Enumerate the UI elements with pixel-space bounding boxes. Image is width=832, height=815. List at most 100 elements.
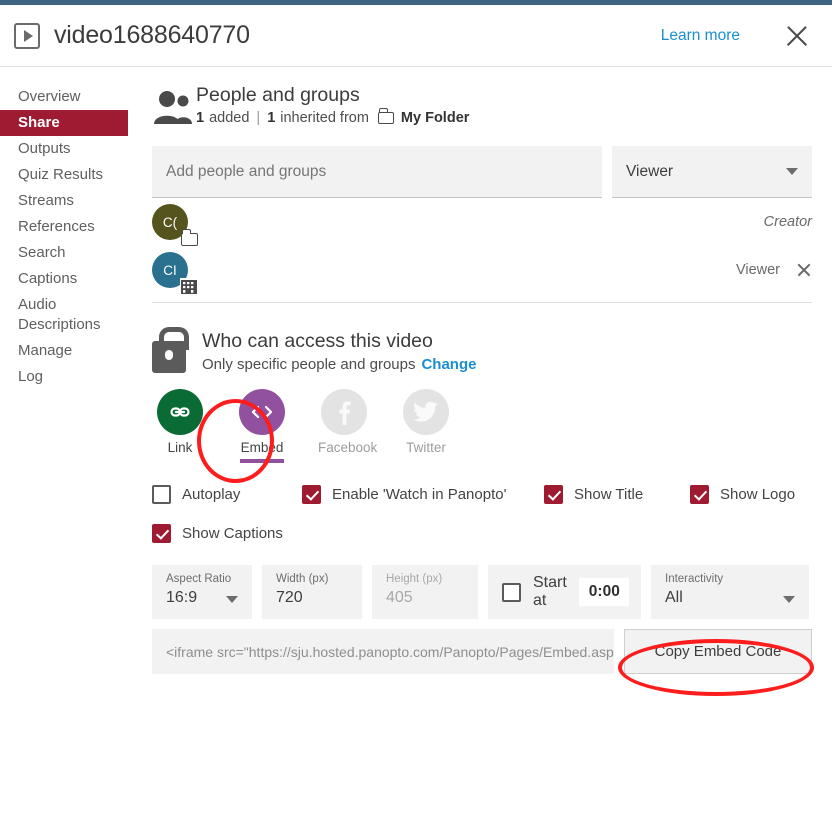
width-input[interactable]: Width (px) 720 [262, 565, 362, 619]
change-access-link[interactable]: Change [421, 356, 476, 373]
member-role: Creator [763, 214, 812, 230]
share-target-label: Facebook [318, 440, 378, 455]
checkbox-box [544, 485, 563, 504]
checkbox-start-at[interactable] [502, 582, 521, 602]
access-subtitle-row: Only specific people and groups Change [202, 356, 476, 373]
access-title: Who can access this video [202, 330, 433, 352]
twitter-icon [403, 389, 449, 435]
sidebar-item-share[interactable]: Share [0, 110, 128, 136]
member-role: Viewer [735, 262, 780, 278]
folder-name: My Folder [400, 110, 470, 126]
sidebar-item-captions[interactable]: Captions [0, 266, 128, 292]
inherited-count: 1 [267, 110, 276, 126]
sidebar-nav: Overview Share Outputs Quiz Results Stre… [0, 84, 128, 390]
folder-badge-icon [181, 229, 198, 246]
share-panel: People and groups 1 added | 1 inherited … [152, 84, 812, 674]
inherited-word: inherited from [280, 110, 369, 126]
lock-icon [152, 327, 189, 373]
page-title: video1688640770 [54, 21, 250, 49]
copy-embed-code-button[interactable]: Copy Embed Code [624, 629, 812, 674]
start-at-label: Start at [533, 574, 567, 609]
add-people-row: Viewer [152, 146, 812, 198]
play-icon [14, 22, 40, 49]
checkbox-box [152, 485, 171, 504]
embed-options-row-1: Autoplay Enable 'Watch in Panopto' Show … [152, 485, 812, 504]
member-row-creator: C( Creator [152, 198, 812, 246]
avatar-initials: C( [162, 214, 178, 230]
share-target-link[interactable]: Link [154, 389, 206, 463]
chevron-down-icon [786, 168, 798, 175]
sidebar-item-log[interactable]: Log [0, 364, 128, 390]
share-target-label: Link [167, 440, 193, 455]
checkbox-show-title[interactable]: Show Title [544, 485, 690, 504]
start-at-field[interactable]: Start at 0:00 [488, 565, 641, 619]
embed-code-row: <iframe src="https://sju.hosted.panopto.… [152, 629, 812, 674]
checkbox-box [152, 524, 171, 543]
avatar-initials: CI [163, 262, 177, 278]
checkbox-autoplay[interactable]: Autoplay [152, 485, 302, 504]
sidebar-item-search[interactable]: Search [0, 240, 128, 266]
field-value: All [665, 589, 683, 606]
facebook-icon [321, 389, 367, 435]
people-and-groups-title: People and groups [196, 84, 360, 106]
embed-code-field[interactable]: <iframe src="https://sju.hosted.panopto.… [152, 629, 614, 674]
access-subtitle: Only specific people and groups [202, 356, 416, 373]
embed-options-row-2: Show Captions [152, 524, 812, 543]
sidebar-item-quiz-results[interactable]: Quiz Results [0, 162, 128, 188]
learn-more-link[interactable]: Learn more [661, 27, 740, 45]
section-divider [152, 302, 812, 303]
share-target-list: Link Embed Facebook Twitter [154, 389, 812, 463]
checkbox-label: Show Logo [720, 486, 796, 503]
chevron-down-icon [783, 596, 795, 603]
start-at-value[interactable]: 0:00 [578, 578, 629, 606]
added-count: 1 [196, 110, 205, 126]
role-select[interactable]: Viewer [612, 146, 812, 198]
member-row-viewer: CI Viewer [152, 246, 812, 295]
added-word: added [209, 110, 250, 126]
field-label: Interactivity [665, 573, 724, 585]
height-input: Height (px) 405 [372, 565, 478, 619]
field-value: 405 [386, 589, 413, 606]
sidebar-item-manage[interactable]: Manage [0, 338, 128, 364]
close-icon[interactable] [782, 21, 812, 51]
code-icon [239, 389, 285, 435]
embed-settings-row: Aspect Ratio 16:9 Width (px) 720 Height … [152, 565, 812, 619]
link-icon [157, 389, 203, 435]
checkbox-label: Show Title [574, 486, 644, 503]
checkbox-show-logo[interactable]: Show Logo [690, 485, 795, 504]
avatar: C( [152, 204, 198, 246]
sidebar-item-references[interactable]: References [0, 214, 128, 240]
avatar: CI [152, 252, 198, 295]
checkbox-label: Autoplay [182, 486, 241, 503]
field-label: Aspect Ratio [166, 573, 232, 585]
chevron-down-icon [226, 596, 238, 603]
dialog-header: video1688640770 Learn more [0, 5, 832, 67]
aspect-ratio-select[interactable]: Aspect Ratio 16:9 [152, 565, 252, 619]
share-target-embed[interactable]: Embed [236, 389, 288, 463]
folder-icon [377, 108, 394, 124]
sidebar-item-overview[interactable]: Overview [0, 84, 128, 110]
sidebar-item-streams[interactable]: Streams [0, 188, 128, 214]
field-value: 720 [276, 589, 303, 606]
sidebar-item-audio-descriptions[interactable]: Audio Descriptions [0, 292, 101, 338]
people-icon [152, 90, 196, 128]
sidebar-item-outputs[interactable]: Outputs [0, 136, 128, 162]
share-target-twitter[interactable]: Twitter [400, 389, 452, 463]
remove-member-icon[interactable] [796, 262, 812, 278]
checkbox-watch-panopto[interactable]: Enable 'Watch in Panopto' [302, 485, 544, 504]
share-target-facebook[interactable]: Facebook [318, 389, 378, 463]
interactivity-select[interactable]: Interactivity All [651, 565, 809, 619]
checkbox-box [302, 485, 321, 504]
checkbox-label: Enable 'Watch in Panopto' [332, 486, 507, 503]
field-label: Width (px) [276, 573, 329, 585]
checkbox-show-captions[interactable]: Show Captions [152, 524, 283, 543]
field-label: Height (px) [386, 573, 443, 585]
share-target-label: Twitter [406, 440, 446, 455]
people-and-groups-header: People and groups 1 added | 1 inherited … [152, 84, 812, 140]
add-people-input[interactable] [152, 146, 602, 198]
building-badge-icon [180, 278, 198, 295]
access-section-header: Who can access this video Only specific … [152, 327, 812, 373]
people-and-groups-counts: 1 added | 1 inherited from My Folder [196, 108, 470, 126]
checkbox-box [690, 485, 709, 504]
role-select-value: Viewer [626, 162, 674, 180]
